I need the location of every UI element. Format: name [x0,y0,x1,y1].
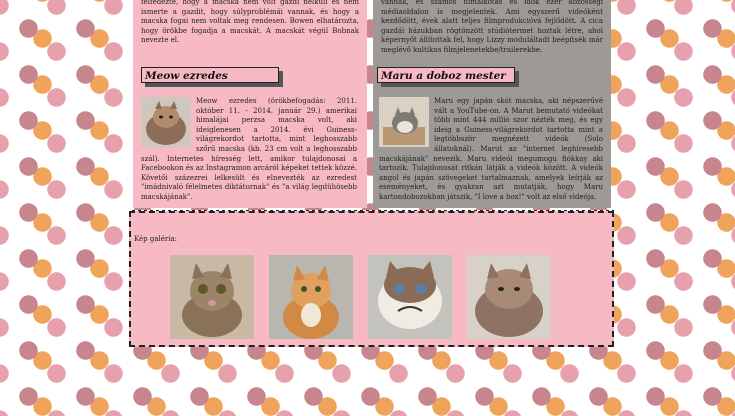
main-content: felfedezte, hogy a macska nem volt gazdi… [129,0,614,347]
left-intro-text: felfedezte, hogy a macska nem volt gazdi… [141,0,359,45]
gallery-image-lil-bub[interactable] [170,255,254,339]
article-meow: Meow ezredes (örökbefogadás: 2011. októb… [141,97,357,203]
gallery-title: Kép galéria: [134,235,178,243]
left-column: felfedezte, hogy a macska nem volt gazdi… [133,0,367,208]
gallery-image-meow[interactable] [467,255,551,339]
page-background: { "left_column": { "intro_text": "felfed… [0,0,735,416]
maru-thumbnail [379,97,429,147]
gallery-image-grumpy-cat[interactable] [368,255,452,339]
right-column: vannak, és számos filmalkotás és idők ez… [373,0,611,208]
right-intro-text: vannak, és számos filmalkotás és idők ez… [381,0,603,54]
article-maru: Maru egy japán skót macska, aki népszerű… [379,97,603,203]
image-gallery: Kép galéria: [129,211,614,347]
heading-meow: Meow ezredes [141,67,279,83]
heading-maru: Maru a doboz mester [377,67,515,83]
gallery-image-bob[interactable] [269,255,353,339]
meow-thumbnail [141,97,191,147]
